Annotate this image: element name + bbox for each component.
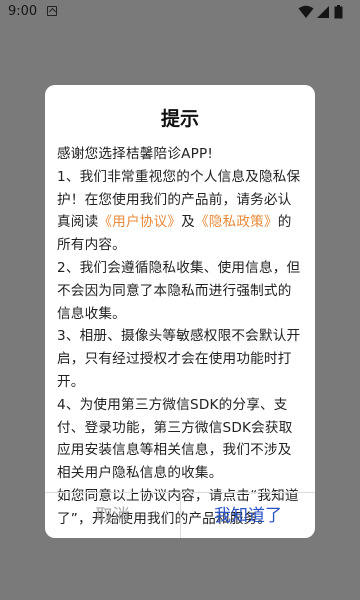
status-bar: 9:00: [0, 0, 360, 24]
greeting-text: 感谢您选择桔馨陪诊APP!: [57, 146, 214, 162]
wifi-icon: [298, 5, 314, 18]
dialog-body: 感谢您选择桔馨陪诊APP! 1、我们非常重视您的个人信息及隐私保护！在您使用我们…: [57, 143, 303, 531]
signal-icon: [317, 6, 329, 18]
dialog-footer: 取消 我知道了: [45, 492, 315, 538]
paragraph-3: 3、相册、摄像头等敏感权限不会默认开启，只有经过授权才会在使用功能时打开。: [57, 328, 301, 390]
battery-icon: [334, 5, 343, 19]
user-agreement-link[interactable]: 《用户协议》: [98, 214, 181, 230]
app-notification-icon: [47, 6, 57, 16]
and-text: 及: [181, 214, 195, 231]
confirm-button[interactable]: 我知道了: [180, 493, 315, 538]
cancel-button[interactable]: 取消: [45, 493, 180, 538]
status-time: 9:00: [8, 4, 38, 19]
paragraph-1: 1、我们非常重视您的个人信息及隐私保护！在您使用我们的产品前，请务必认真阅读《用…: [57, 166, 303, 257]
privacy-policy-link[interactable]: 《隐私政策》: [195, 214, 278, 230]
paragraph-4: 4、为使用第三方微信SDK的分享、支付、登录功能，第三方微信SDK会获取应用安装…: [57, 396, 293, 482]
privacy-dialog: 提示 感谢您选择桔馨陪诊APP! 1、我们非常重视您的个人信息及隐私保护！在您使…: [45, 85, 315, 538]
paragraph-2: 2、我们会遵循隐私收集、使用信息，但不会因为同意了本隐私而进行强制式的信息收集。: [57, 259, 301, 322]
dialog-title: 提示: [160, 108, 199, 130]
